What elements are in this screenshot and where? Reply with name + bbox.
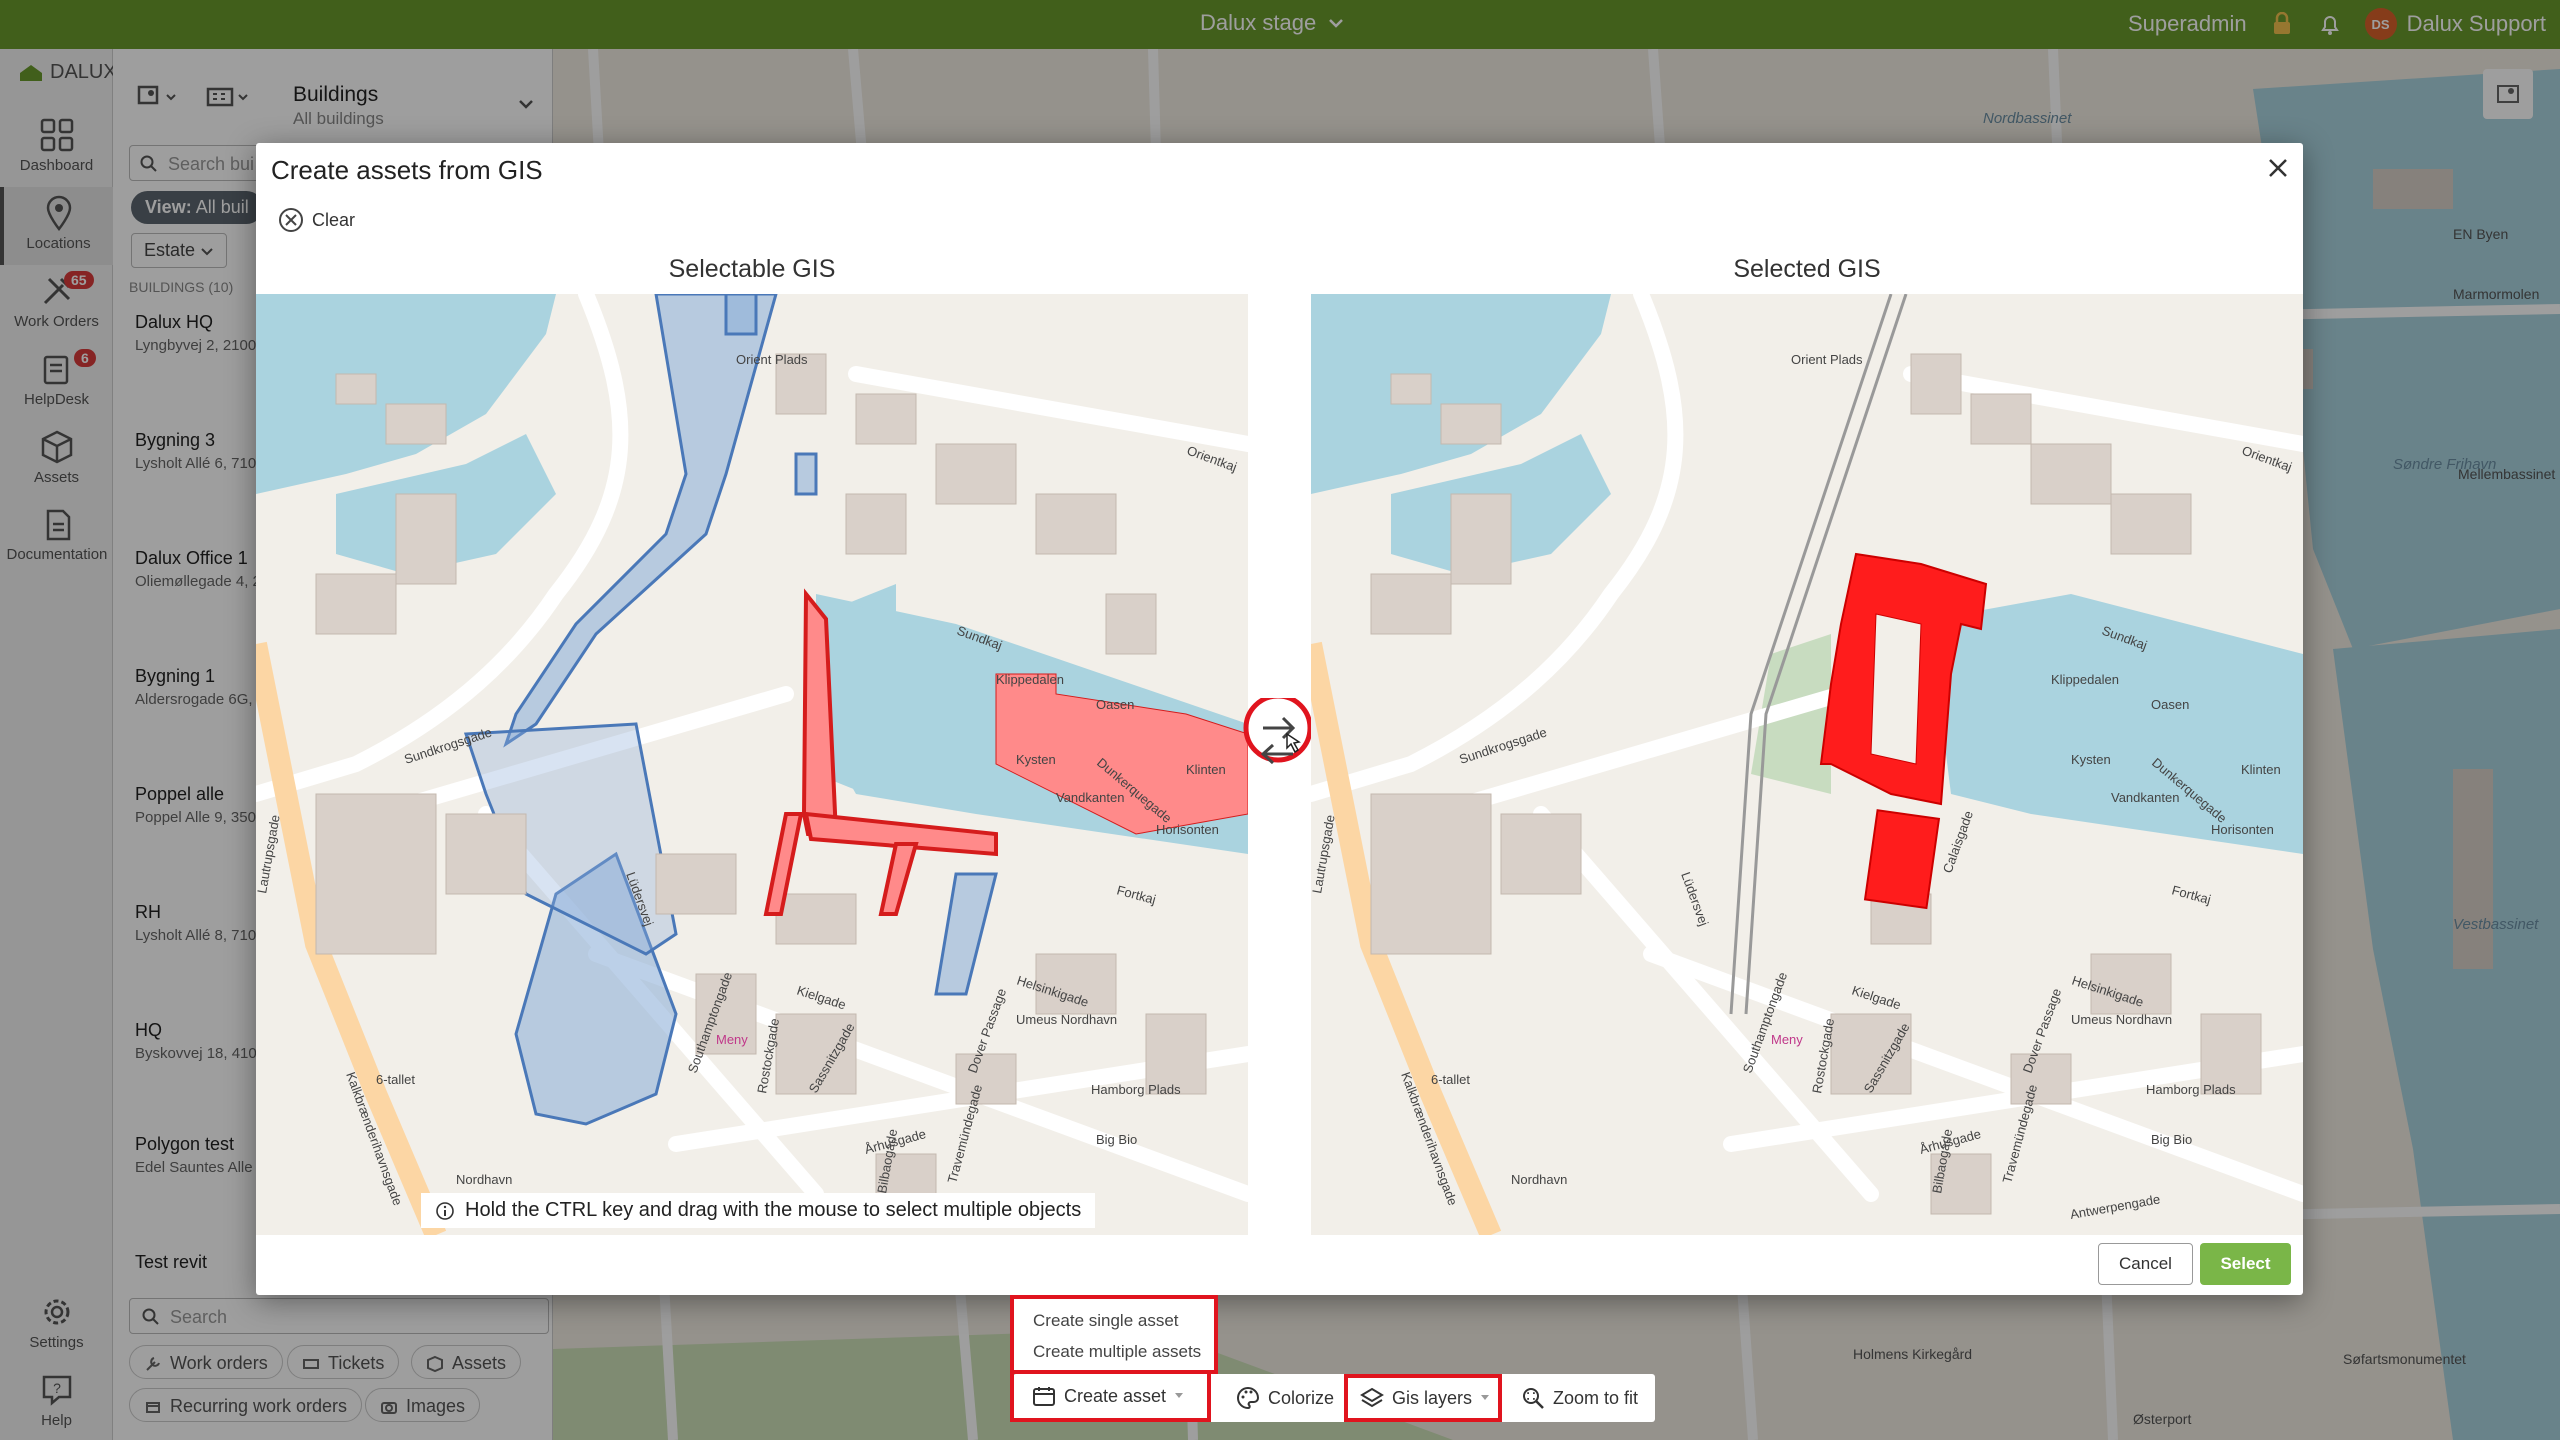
map-label: Klippedalen xyxy=(996,672,1064,687)
map-label: 6-tallet xyxy=(1431,1072,1470,1087)
gis-layers-label: Gis layers xyxy=(1392,1387,1473,1408)
map-label: Nordhavn xyxy=(1511,1172,1567,1187)
create-asset-button[interactable]: Create asset xyxy=(1010,1374,1211,1422)
map-label: Oasen xyxy=(1096,697,1134,712)
create-single-asset-item[interactable]: Create single asset xyxy=(1033,1311,1179,1331)
hint-text: Hold the CTRL key and drag with the mous… xyxy=(465,1199,1082,1221)
gis-layers-button[interactable]: Gis layers xyxy=(1344,1374,1502,1422)
create-asset-label: Create asset xyxy=(1064,1385,1167,1406)
colorize-label: Colorize xyxy=(1268,1387,1335,1408)
selected-gis-canvas: Sundkrogsgade Orient Plads Orientkaj Sun… xyxy=(1311,294,2303,1235)
map-label: Nordhavn xyxy=(456,1172,512,1187)
info-icon xyxy=(436,1201,454,1220)
colorize-button[interactable]: Colorize xyxy=(1218,1374,1334,1422)
selected-gis-title: Selected GIS xyxy=(1733,255,1881,283)
selectable-gis-title: Selectable GIS xyxy=(668,255,836,283)
map-label: Umeus Nordhavn xyxy=(1016,1012,1117,1027)
map-label: Oasen xyxy=(2151,697,2189,712)
create-assets-dialog: Create assets from GIS Clear Selectable … xyxy=(256,143,2303,1295)
zoom-to-fit-label: Zoom to fit xyxy=(1553,1387,1639,1408)
palette-icon xyxy=(1237,1386,1260,1410)
caret-down-icon xyxy=(1481,1395,1490,1400)
map-label: Klinten xyxy=(1186,762,1226,777)
map-label: 6-tallet xyxy=(376,1072,415,1087)
map-label: Klippedalen xyxy=(2051,672,2119,687)
map-label: Kysten xyxy=(1016,752,1056,767)
map-label: Vandkanten xyxy=(1056,790,1124,805)
map-label: Umeus Nordhavn xyxy=(2071,1012,2172,1027)
map-label: Hamborg Plads xyxy=(2146,1082,2236,1097)
close-button[interactable] xyxy=(2267,153,2289,187)
create-asset-menu: Create single asset Create multiple asse… xyxy=(1010,1295,1218,1374)
caret-down-icon xyxy=(1175,1393,1184,1398)
map-label: Big Bio xyxy=(1096,1132,1137,1147)
map-label: Meny xyxy=(716,1032,748,1047)
selected-gis-map[interactable]: Sundkrogsgade Orient Plads Orientkaj Sun… xyxy=(1311,294,2303,1235)
clear-icon xyxy=(279,208,303,232)
create-multiple-assets-item[interactable]: Create multiple assets xyxy=(1033,1342,1201,1362)
map-toolbar: Create asset Colorize Gis layers Zoom to… xyxy=(1010,1374,1655,1422)
calendar-icon xyxy=(1033,1387,1055,1406)
map-label: Meny xyxy=(1771,1032,1803,1047)
selection-hint: Hold the CTRL key and drag with the mous… xyxy=(421,1193,1096,1228)
map-label: Vandkanten xyxy=(2111,790,2179,805)
map-label: Orient Plads xyxy=(736,352,808,367)
transfer-arrows xyxy=(1243,693,1313,773)
layers-icon xyxy=(1360,1387,1384,1408)
clear-label: Clear xyxy=(312,209,356,230)
selectable-gis-map[interactable]: Sundkrogsgade Orient Plads Orientkaj Sun… xyxy=(256,294,1248,1235)
clear-button[interactable]: Clear xyxy=(278,207,355,233)
select-button[interactable]: Select xyxy=(2200,1243,2291,1285)
close-icon xyxy=(2269,159,2287,177)
map-label: Orient Plads xyxy=(1791,352,1863,367)
transfer-arrows-icon xyxy=(1243,693,1313,765)
zoom-icon xyxy=(1523,1388,1544,1409)
map-label: Kysten xyxy=(2071,752,2111,767)
dialog-title: Create assets from GIS xyxy=(271,155,543,185)
cancel-button[interactable]: Cancel xyxy=(2098,1243,2193,1285)
map-label: Big Bio xyxy=(2151,1132,2192,1147)
map-label: Klinten xyxy=(2241,762,2281,777)
map-label: Hamborg Plads xyxy=(1091,1082,1181,1097)
zoom-to-fit-button[interactable]: Zoom to fit xyxy=(1503,1374,1638,1422)
selectable-gis-canvas: Sundkrogsgade Orient Plads Orientkaj Sun… xyxy=(256,294,1248,1235)
